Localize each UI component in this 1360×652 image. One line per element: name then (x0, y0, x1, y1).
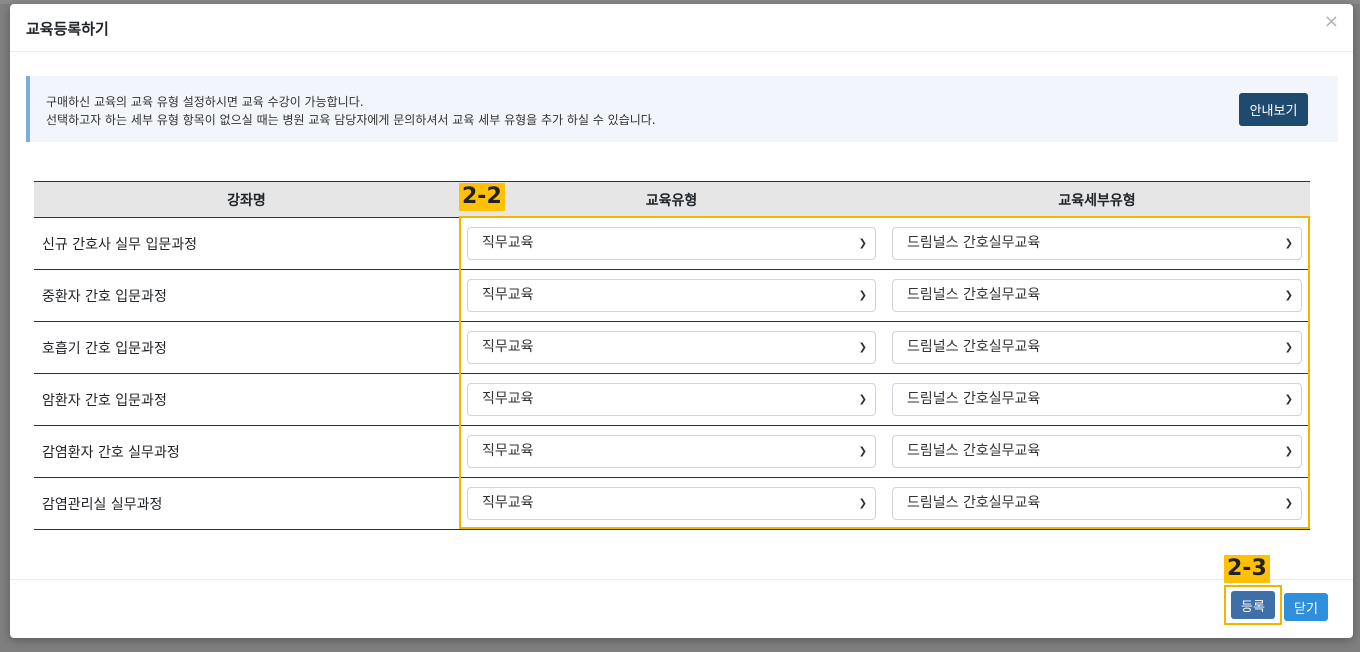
course-name: 중환자 간호 입문과정 (34, 269, 459, 322)
course-name: 암환자 간호 입문과정 (34, 373, 459, 426)
chevron-down-icon: ❯ (858, 342, 867, 353)
close-icon[interactable]: × (1324, 12, 1339, 32)
edu-subtype-select[interactable]: 드림널스 간호실무교육 ❯ (892, 487, 1302, 520)
header-edu-type: 교육유형 (459, 181, 884, 218)
chevron-down-icon: ❯ (1284, 446, 1293, 457)
table-row: 호흡기 간호 입문과정 직무교육 ❯ 드림널스 간호실무교육 ❯ (34, 321, 1310, 374)
select-value: 드림널스 간호실무교육 (907, 495, 1041, 511)
course-name: 신규 간호사 실무 입문과정 (34, 217, 459, 270)
select-value: 드림널스 간호실무교육 (907, 235, 1041, 251)
edu-type-select[interactable]: 직무교육 ❯ (467, 227, 876, 260)
chevron-down-icon: ❯ (858, 238, 867, 249)
select-value: 직무교육 (482, 235, 534, 251)
select-value: 직무교육 (482, 287, 534, 303)
modal-title: 교육등록하기 (26, 20, 109, 38)
edu-type-select[interactable]: 직무교육 ❯ (467, 331, 876, 364)
edu-subtype-select[interactable]: 드림널스 간호실무교육 ❯ (892, 331, 1302, 364)
chevron-down-icon: ❯ (1284, 290, 1293, 301)
chevron-down-icon: ❯ (1284, 394, 1293, 405)
table-row: 암환자 간호 입문과정 직무교육 ❯ 드림널스 간호실무교육 ❯ (34, 373, 1310, 426)
register-button[interactable]: 등록 (1231, 591, 1275, 619)
header-course-name: 강좌명 (34, 181, 459, 218)
chevron-down-icon: ❯ (858, 498, 867, 509)
select-value: 직무교육 (482, 495, 534, 511)
edu-subtype-select[interactable]: 드림널스 간호실무교육 ❯ (892, 383, 1302, 416)
notice-line-2: 선택하고자 하는 세부 유형 항목이 없으실 때는 병원 교육 담당자에게 문의… (46, 113, 656, 127)
course-name: 호흡기 간호 입문과정 (34, 321, 459, 374)
table-row: 신규 간호사 실무 입문과정 직무교육 ❯ 드림널스 간호실무교육 ❯ (34, 217, 1310, 270)
edu-type-select[interactable]: 직무교육 ❯ (467, 435, 876, 468)
select-value: 드림널스 간호실무교육 (907, 391, 1041, 407)
edu-subtype-select[interactable]: 드림널스 간호실무교육 ❯ (892, 227, 1302, 260)
table-row: 감염관리실 실무과정 직무교육 ❯ 드림널스 간호실무교육 ❯ (34, 477, 1310, 530)
info-notice: 구매하신 교육의 교육 유형 설정하시면 교육 수강이 가능합니다. 선택하고자… (26, 76, 1338, 142)
modal-header: 교육등록하기 × (10, 4, 1353, 52)
edu-type-select[interactable]: 직무교육 ❯ (467, 279, 876, 312)
chevron-down-icon: ❯ (858, 394, 867, 405)
select-value: 드림널스 간호실무교육 (907, 339, 1041, 355)
modal-footer (10, 579, 1353, 638)
edu-subtype-select[interactable]: 드림널스 간호실무교육 ❯ (892, 435, 1302, 468)
course-name: 감염관리실 실무과정 (34, 477, 459, 530)
chevron-down-icon: ❯ (1284, 498, 1293, 509)
annotation-tag-2-2: 2-2 (459, 183, 505, 211)
select-value: 직무교육 (482, 339, 534, 355)
chevron-down-icon: ❯ (858, 446, 867, 457)
register-highlight: 등록 (1224, 585, 1282, 625)
guide-button[interactable]: 안내보기 (1239, 93, 1308, 126)
edu-type-select[interactable]: 직무교육 ❯ (467, 487, 876, 520)
close-button[interactable]: 닫기 (1284, 593, 1328, 621)
chevron-down-icon: ❯ (1284, 238, 1293, 249)
annotation-tag-2-3: 2-3 (1224, 555, 1270, 583)
chevron-down-icon: ❯ (1284, 342, 1293, 353)
select-value: 드림널스 간호실무교육 (907, 443, 1041, 459)
edu-type-select[interactable]: 직무교육 ❯ (467, 383, 876, 416)
table-row: 감염환자 간호 실무과정 직무교육 ❯ 드림널스 간호실무교육 ❯ (34, 425, 1310, 478)
chevron-down-icon: ❯ (858, 290, 867, 301)
header-edu-subtype: 교육세부유형 (884, 181, 1310, 218)
select-value: 드림널스 간호실무교육 (907, 287, 1041, 303)
table-header-row: 강좌명 교육유형 교육세부유형 (34, 181, 1310, 218)
select-value: 직무교육 (482, 443, 534, 459)
course-table: 강좌명 교육유형 교육세부유형 신규 간호사 실무 입문과정 직무교육 ❯ 드림널… (34, 181, 1310, 530)
table-row: 중환자 간호 입문과정 직무교육 ❯ 드림널스 간호실무교육 ❯ (34, 269, 1310, 322)
course-name: 감염환자 간호 실무과정 (34, 425, 459, 478)
edu-subtype-select[interactable]: 드림널스 간호실무교육 ❯ (892, 279, 1302, 312)
notice-line-1: 구매하신 교육의 교육 유형 설정하시면 교육 수강이 가능합니다. (46, 95, 364, 109)
select-value: 직무교육 (482, 391, 534, 407)
